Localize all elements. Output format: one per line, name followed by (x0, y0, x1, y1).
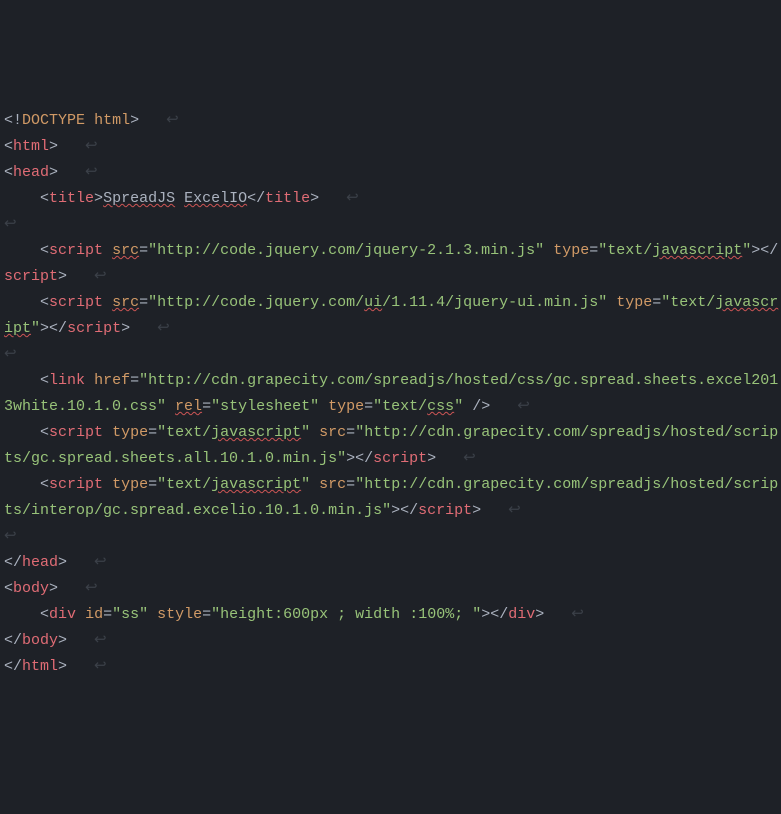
code-line: </body> ↩ (4, 628, 781, 654)
code-line: <div id="ss" style="height:600px ; width… (4, 602, 781, 628)
code-line: <body> ↩ (4, 576, 781, 602)
code-line: <!DOCTYPE html> ↩ (4, 108, 781, 134)
code-line: <head> ↩ (4, 160, 781, 186)
code-line: ↩ (4, 212, 781, 238)
code-line: ↩ (4, 524, 781, 550)
code-line: <title>SpreadJS ExcelIO</title> ↩ (4, 186, 781, 212)
code-line: <script type="text/javascript" src="http… (4, 472, 781, 524)
code-line: ↩ (4, 342, 781, 368)
code-line: </head> ↩ (4, 550, 781, 576)
code-editor[interactable]: <!DOCTYPE html> ↩<html> ↩<head> ↩ <title… (4, 108, 781, 680)
code-line: <html> ↩ (4, 134, 781, 160)
code-line: <script type="text/javascript" src="http… (4, 420, 781, 472)
code-line: <link href="http://cdn.grapecity.com/spr… (4, 368, 781, 420)
code-line: <script src="http://code.jquery.com/ui/1… (4, 290, 781, 342)
code-line: <script src="http://code.jquery.com/jque… (4, 238, 781, 290)
code-line: </html> ↩ (4, 654, 781, 680)
